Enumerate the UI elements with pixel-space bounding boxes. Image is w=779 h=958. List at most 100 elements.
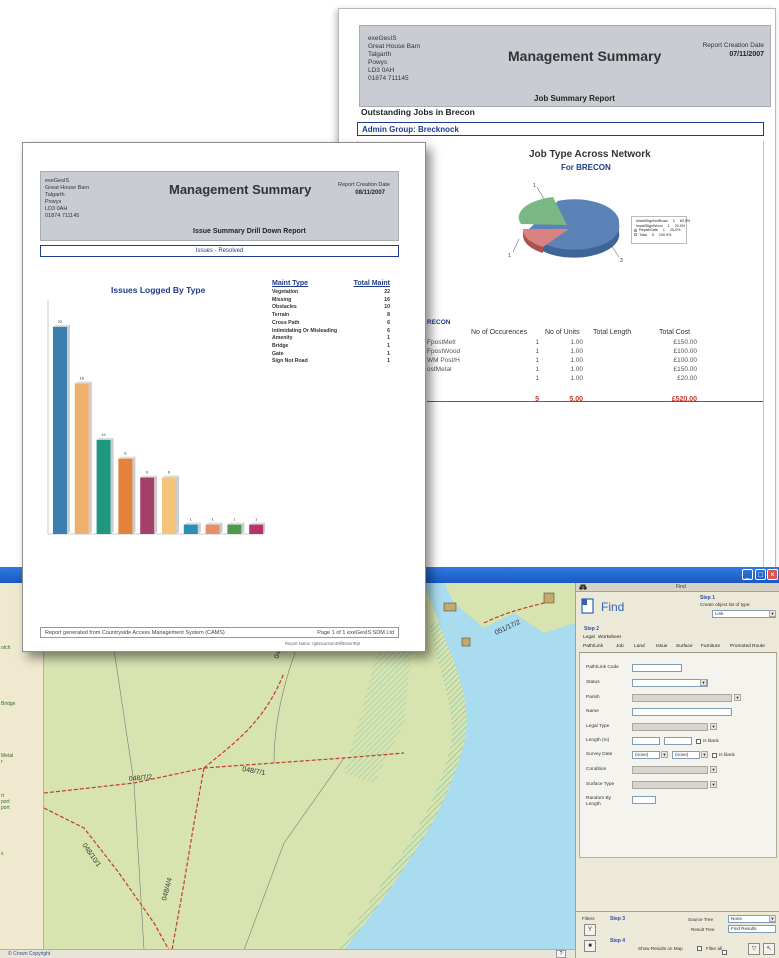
binoculars-icon [579,584,587,590]
tab-surface[interactable]: Surface [676,644,693,649]
minimize-button[interactable]: _ [742,569,753,580]
survey-date-from[interactable]: (none) [632,751,660,759]
bar-rect [140,477,155,534]
show-results-label: Show Results on Map [638,946,683,951]
chevron-down-icon[interactable]: ▼ [710,781,717,788]
left-panel-link[interactable]: s [1,851,4,857]
maint-type-name: Vegetation [272,289,299,295]
creation-date: 07/11/2007 [729,51,764,58]
find-panel: Find Find Step 1 Create object list of t… [575,583,779,958]
maint-type-total: 10 [384,304,390,311]
pie-legend: InstallSignNotRoad 3 60.0% InstallSignWo… [631,216,690,244]
legal-type-select[interactable] [632,723,708,731]
header-units: No of Units [545,329,580,336]
name-input[interactable] [632,708,732,716]
cursor-icon[interactable]: ↖ [763,943,775,955]
maint-type-name: Obstacles [272,304,297,311]
length-max-input[interactable] [664,737,692,745]
bar-shadow [67,324,70,534]
chevron-down-icon[interactable]: ▼ [701,751,708,758]
maximize-button[interactable]: □ [755,569,766,580]
maint-type-total: 1 [387,350,390,357]
surface-type-select[interactable] [632,781,708,789]
parish-select[interactable] [632,694,732,702]
chevron-down-icon[interactable]: ▼ [734,694,741,701]
save-icon[interactable]: ■ [584,940,596,952]
bar-value-label: 1 [255,517,258,522]
chevron-down-icon[interactable]: ▼ [661,751,668,758]
tab-issue[interactable]: Issue [656,644,667,649]
bar-value-label: 1 [211,517,214,522]
length-min-input[interactable] [632,737,660,745]
footer-generated-by: Report generated from Countryside Access… [45,630,225,636]
maint-type-name: Missing [272,296,292,303]
row-cost: £20.00 [677,375,697,382]
total-units: 5.00 [569,396,583,403]
left-panel-link[interactable]: Bridge [1,701,15,707]
field-label-status: Status [586,680,600,685]
bar-top [205,522,223,525]
legend-pct: 20.0% [669,228,681,232]
total-occurences: 5 [535,396,539,403]
chevron-down-icon[interactable]: ▼ [769,915,776,922]
chevron-down-icon[interactable]: ▼ [769,610,776,617]
status-select[interactable] [632,679,708,687]
tab-legal[interactable]: Legal [583,635,595,640]
left-panel-link[interactable]: otch [1,645,10,651]
row-type: ostMetal [427,366,452,373]
row-type: FpostMetl [427,339,456,346]
header-occurences: No of Occurences [471,329,528,336]
company-address: exeGesIS Great House Barn Talgarth Powys… [368,35,421,82]
survey-date-to[interactable]: (none) [672,751,700,759]
tab-land[interactable]: Land [634,644,645,649]
show-results-checkbox[interactable] [697,946,702,951]
bars: 22 16 10 8 6 6 1 1 1 1 [53,319,265,534]
length-is-blank-checkbox[interactable] [696,739,701,744]
bar-shadow [219,522,223,534]
tab-promoted-route[interactable]: Promoted Route [730,644,765,649]
tab-worksheet[interactable]: Worksheet [598,635,621,640]
object-type-select[interactable]: Link [712,610,776,618]
tab-furniture[interactable]: Furniture [701,644,720,649]
legend-swatch [634,233,637,237]
tab-path-link[interactable]: Path/Link [583,644,603,649]
pie-label-repair-gate: 1 [533,183,536,189]
filter-all-label: Filter all [706,946,723,951]
random-by-length-input[interactable] [632,796,656,804]
path-link-code-input[interactable] [632,664,682,672]
chevron-down-icon[interactable]: ▼ [710,766,717,773]
building [461,637,471,647]
filter-all-checkbox[interactable] [722,950,727,955]
survey-is-blank-checkbox[interactable] [712,753,717,758]
report-subtitle: Job Summary Report [534,94,615,103]
funnel-icon[interactable]: ▽ [748,943,760,955]
chevron-down-icon[interactable]: ▼ [710,723,717,730]
maint-type-total: 1 [387,335,390,342]
bar-rect [227,524,242,534]
condition-select[interactable] [632,766,708,774]
bar-sign-not-road: 1 [249,517,265,534]
step4-label: Step 4 [610,938,626,944]
creation-date-label: Report Creation Date [702,42,764,49]
left-panel-link[interactable]: Metal r [1,753,13,765]
tab-job[interactable]: Job [616,644,624,649]
maint-type-name: Amenity [272,335,293,342]
row-cost: £100.00 [673,348,698,355]
chevron-down-icon[interactable]: ▼ [700,679,707,686]
row-cost: £150.00 [673,339,698,346]
field-label-surface-type: Surface Type [586,782,615,787]
report-title: Management Summary [169,182,312,197]
help-button[interactable]: ? [556,950,566,958]
left-panel-link[interactable]: rt port port [1,793,10,811]
bar-top [249,522,265,525]
field-label-path-link-code: Path/Link Code [586,665,619,670]
step1-instruction: Create object list of type: [700,602,751,607]
row-units: 1.00 [570,366,583,373]
result-tree-input[interactable]: Find Results [728,925,776,933]
pie-chart-subtitle: For BRECON [561,163,611,172]
bar-intimidating-or-misleading: 6 [162,470,179,534]
bar-chart-title: Issues Logged By Type [111,285,206,295]
filter-icon[interactable]: Y [584,924,596,936]
close-button[interactable]: × [767,569,778,580]
bar-shadow [154,475,158,534]
